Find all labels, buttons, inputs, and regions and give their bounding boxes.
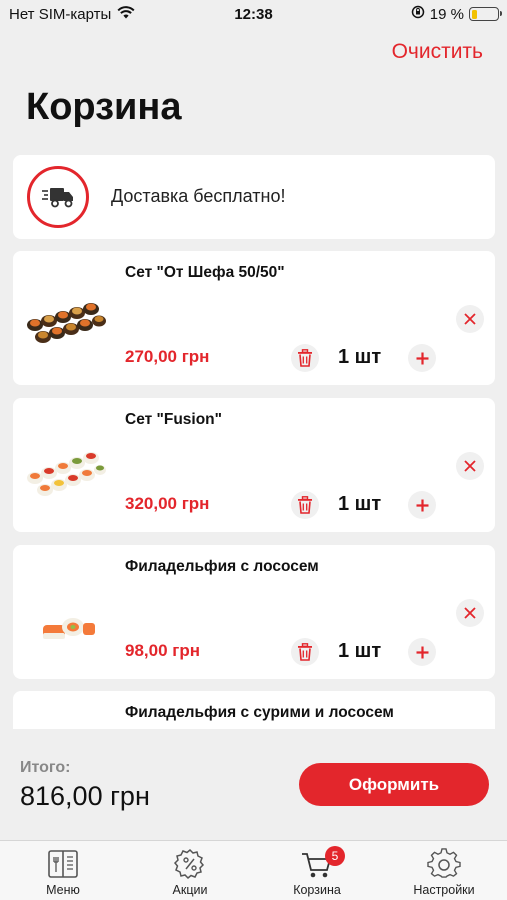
tab-cart[interactable]: 5 Корзина: [267, 841, 367, 900]
tab-label: Настройки: [413, 883, 475, 897]
plus-icon: [416, 646, 428, 658]
trash-icon: [298, 496, 312, 514]
page-title: Корзина: [26, 86, 182, 128]
sushi-set-image: [27, 452, 106, 496]
trash-icon: [298, 349, 312, 367]
decrease-quantity-button[interactable]: [291, 638, 319, 666]
decrease-quantity-button[interactable]: [291, 491, 319, 519]
increase-quantity-button[interactable]: [408, 344, 436, 372]
item-name: Сет "Fusion": [125, 411, 223, 428]
status-right: 19 %: [411, 5, 502, 23]
close-icon: [464, 313, 476, 325]
checkout-button[interactable]: Оформить: [299, 763, 489, 806]
sushi-set-image: [27, 303, 106, 343]
truck-badge: [27, 166, 89, 228]
battery-percent: 19 %: [429, 5, 464, 23]
total-value: 816,00 грн: [20, 781, 150, 811]
increase-quantity-button[interactable]: [408, 638, 436, 666]
item-quantity: 1 шт: [338, 346, 382, 368]
delivery-text: Доставка бесплатно!: [111, 186, 286, 206]
close-icon: [464, 460, 476, 472]
item-name: Филадельфия с сурими и лососем: [125, 704, 394, 721]
tab-promotions[interactable]: Акции: [140, 841, 240, 900]
cart-item: Сет "Fusion" 320,00 грн 1 шт: [13, 398, 495, 532]
delivery-truck-icon: [42, 188, 73, 208]
item-name: Филадельфия с лососем: [125, 558, 319, 575]
battery-icon: [469, 7, 502, 21]
battery-level: [471, 9, 477, 19]
wifi-icon: [117, 6, 135, 23]
item-quantity: 1 шт: [338, 493, 382, 515]
cart-item: Филадельфия с лососем 98,00 грн 1 шт: [13, 545, 495, 679]
checkout-bar: Итого: 816,00 грн Оформить: [0, 729, 507, 839]
item-quantity: 1 шт: [338, 640, 382, 662]
tab-label: Меню: [46, 883, 80, 897]
delivery-banner: Доставка бесплатно!: [13, 155, 495, 239]
plus-icon: [416, 499, 428, 511]
increase-quantity-button[interactable]: [408, 491, 436, 519]
item-price: 320,00 грн: [125, 494, 210, 513]
item-price: 98,00 грн: [125, 641, 200, 660]
trash-icon: [298, 643, 312, 661]
remove-item-button[interactable]: [456, 599, 484, 627]
tab-label: Корзина: [293, 883, 341, 897]
remove-item-button[interactable]: [456, 452, 484, 480]
plus-icon: [416, 352, 428, 364]
status-bar: Нет SIM-карты 12:38 19 %: [0, 0, 507, 30]
close-icon: [464, 607, 476, 619]
carrier-group: Нет SIM-карты: [9, 6, 135, 23]
menu-book-icon: [48, 850, 78, 878]
tab-bar: Меню Акции 5 Корзина Настройки: [0, 840, 507, 900]
cart-item: Филадельфия с сурими и лососем: [13, 691, 495, 731]
tab-menu[interactable]: Меню: [13, 841, 113, 900]
discount-badge-icon: [173, 848, 205, 880]
total-label: Итого:: [20, 759, 71, 776]
item-price: 270,00 грн: [125, 347, 210, 366]
tab-settings[interactable]: Настройки: [394, 841, 494, 900]
gear-icon: [427, 848, 461, 878]
carrier-label: Нет SIM-карты: [9, 6, 112, 23]
clear-cart-button[interactable]: Очистить: [392, 40, 483, 64]
cart-item: Сет "От Шефа 50/50" 270,00 грн 1 шт: [13, 251, 495, 385]
sushi-roll-image: [43, 618, 95, 639]
orientation-lock-icon: [411, 5, 425, 23]
remove-item-button[interactable]: [456, 305, 484, 333]
cart-count-badge: 5: [325, 846, 345, 866]
tab-label: Акции: [172, 883, 208, 897]
decrease-quantity-button[interactable]: [291, 344, 319, 372]
item-name: Сет "От Шефа 50/50": [125, 264, 285, 281]
